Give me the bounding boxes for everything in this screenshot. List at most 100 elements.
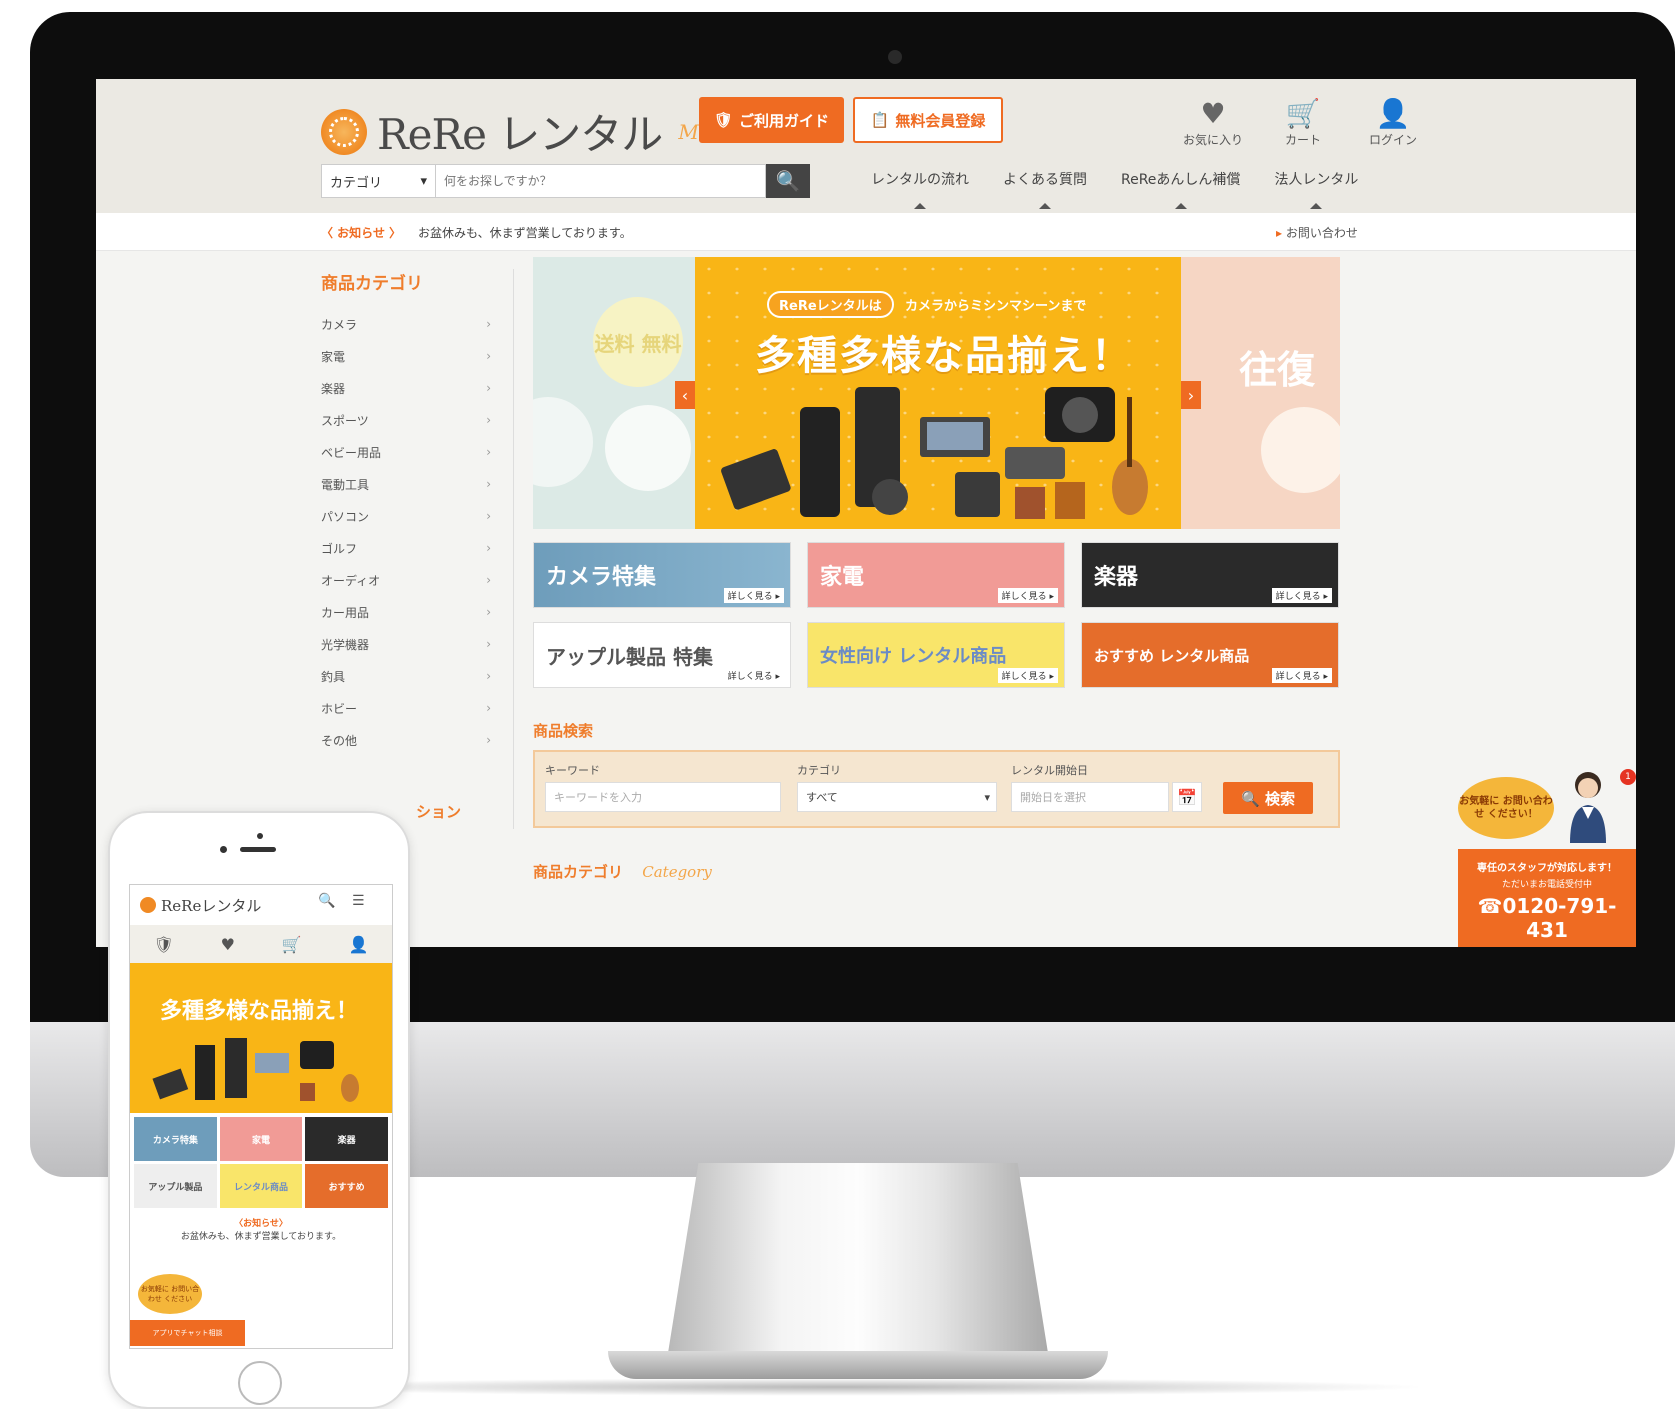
hero-carousel[interactable]: 送料 無料 ReReレンタルは カメラからミシンマシーンまで 多種多様な品揃え！	[533, 257, 1340, 529]
chevron-right-icon: ›	[486, 445, 491, 459]
start-date-field[interactable]: 開始日を選択	[1011, 782, 1169, 812]
mobile-logo-mark-icon	[140, 897, 156, 913]
mobile-support-widget[interactable]: お気軽に お問い合わせ ください アプリでチャット相談	[130, 1270, 245, 1348]
hero-slide-prev[interactable]: 送料 無料	[533, 257, 695, 529]
site-logo[interactable]: ReRe レンタル Mobile	[321, 101, 748, 162]
sidebar-item-pc[interactable]: パソコン ›	[321, 500, 491, 532]
sidebar-item-car[interactable]: カー用品 ›	[321, 596, 491, 628]
sidebar-item-other[interactable]: その他 ›	[321, 724, 491, 756]
hero-pill-caption: カメラからミシンマシーンまで	[905, 299, 1087, 314]
mobile-hero[interactable]: 多種多様な品揃え！	[130, 963, 392, 1113]
carousel-next-button[interactable]: ›	[1181, 381, 1201, 409]
mobile-logo-text[interactable]: ReReレンタル	[161, 895, 261, 916]
mobile-tile-instruments[interactable]: 楽器	[305, 1117, 388, 1161]
keyword-label: キーワード	[545, 764, 600, 777]
sidebar-divider	[513, 269, 514, 829]
search-submit-button[interactable]: 🔍 検索	[1223, 782, 1313, 814]
nav-corporate[interactable]: 法人レンタル	[1274, 169, 1358, 209]
product-search-heading: 商品検索	[533, 722, 594, 740]
imac-stand	[608, 1163, 1108, 1383]
sidebar-item-camera[interactable]: カメラ ›	[321, 308, 491, 340]
sidebar-item-optics[interactable]: 光学機器 ›	[321, 628, 491, 660]
search-category-select[interactable]: カテゴリ ▾	[321, 164, 436, 198]
register-button[interactable]: 📋 無料会員登録	[853, 97, 1003, 143]
tile-instruments[interactable]: 楽器 詳しく見る ▸	[1081, 542, 1339, 608]
mobile-user-icon[interactable]: 👤	[349, 935, 369, 954]
login-link[interactable]: 👤 ログイン	[1361, 97, 1425, 148]
support-widget[interactable]: お気軽に お問い合わせ ください！ 1 専任のスタッフが対応します！ ただいまお…	[1458, 767, 1636, 947]
guide-button[interactable]: 🛡 ご利用ガイド	[699, 97, 844, 143]
mobile-notice: 〈お知らせ〉 お盆休みも、休まず営業しております。	[130, 1212, 392, 1250]
mobile-tile-apple[interactable]: アップル製品	[134, 1164, 217, 1208]
nav-rental-flow[interactable]: レンタルの流れ	[871, 169, 969, 209]
tile-more-link[interactable]: 詳しく見る ▸	[1271, 588, 1332, 603]
chevron-right-icon: ›	[486, 349, 491, 363]
mobile-tile-womens[interactable]: レンタル商品	[219, 1164, 303, 1208]
mobile-search-icon[interactable]: 🔍	[318, 893, 335, 909]
carousel-prev-button[interactable]: ‹	[675, 381, 695, 409]
chevron-right-icon: ›	[486, 733, 491, 747]
tile-appliances[interactable]: 家電 詳しく見る ▸	[807, 542, 1065, 608]
tile-womens[interactable]: 女性向け レンタル商品 詳しく見る ▸	[807, 622, 1065, 688]
mobile-menu-icon[interactable]: ☰	[352, 893, 365, 909]
mobile-hero-title: 多種多様な品揃え！	[160, 998, 359, 1024]
search-input[interactable]	[436, 164, 766, 198]
sidebar-item-baby[interactable]: ベビー用品 ›	[321, 436, 491, 468]
tile-more-link[interactable]: 詳しく見る ▸	[997, 588, 1058, 603]
nav-insurance[interactable]: ReReあんしん補償	[1121, 169, 1240, 209]
calendar-icon[interactable]: 📅	[1172, 782, 1202, 812]
mobile-cart-icon[interactable]: 🛒	[282, 935, 302, 954]
tile-more-link[interactable]: 詳しく見る ▸	[1271, 668, 1332, 683]
category-sidebar: 商品カテゴリ カメラ › 家電 › 楽器 › スポーツ › ベビー用品 › 電動工具 › パ…	[321, 251, 491, 756]
keyword-field[interactable]: キーワードを入力	[545, 782, 781, 812]
tile-title: 楽器	[1094, 564, 1139, 590]
sidebar-item-fishing[interactable]: 釣具 ›	[321, 660, 491, 692]
category-label: カテゴリ	[797, 764, 841, 777]
mobile-tile-camera[interactable]: カメラ特集	[134, 1117, 217, 1161]
clipboard-icon: 📋	[870, 111, 890, 129]
mobile-support-bar[interactable]: アプリでチャット相談	[130, 1320, 245, 1346]
tile-more-link[interactable]: 詳しく見る ▸	[997, 668, 1058, 683]
chevron-right-icon: ›	[486, 477, 491, 491]
tile-more-link[interactable]: 詳しく見る ▸	[723, 668, 784, 683]
sidebar-item-sports[interactable]: スポーツ ›	[321, 404, 491, 436]
notice-text[interactable]: お盆休みも、休まず営業しております。	[418, 224, 632, 241]
sidebar-item-appliances[interactable]: 家電 ›	[321, 340, 491, 372]
mobile-tile-appliances[interactable]: 家電	[219, 1117, 303, 1161]
chevron-right-icon: ›	[486, 381, 491, 395]
tile-camera-feature[interactable]: カメラ特集 詳しく見る ▸	[533, 542, 791, 608]
sidebar-item-hobby[interactable]: ホビー ›	[321, 692, 491, 724]
mobile-guide-icon[interactable]: 🛡	[153, 935, 173, 954]
hero-slide-next[interactable]: 往復	[1181, 257, 1340, 529]
cart-link[interactable]: 🛒 カート	[1271, 97, 1335, 148]
category-section-heading: 商品カテゴリ Category	[533, 861, 712, 882]
tile-recommended[interactable]: おすすめ レンタル商品 詳しく見る ▸	[1081, 622, 1339, 688]
home-button[interactable]	[238, 1361, 282, 1405]
nav-faq[interactable]: よくある質問	[1003, 169, 1087, 209]
sidebar-item-instruments[interactable]: 楽器 ›	[321, 372, 491, 404]
favorites-link[interactable]: ♥ お気に入り	[1181, 97, 1245, 148]
sidebar-item-power-tools[interactable]: 電動工具 ›	[321, 468, 491, 500]
mobile-heart-icon[interactable]: ♥	[221, 935, 235, 954]
chevron-right-icon: ›	[486, 509, 491, 523]
category-select[interactable]: すべて ▾	[797, 782, 997, 812]
heart-icon: ♥	[1200, 97, 1226, 130]
sidebar-item-golf[interactable]: ゴルフ ›	[321, 532, 491, 564]
tile-title: おすすめ レンタル商品	[1094, 646, 1250, 665]
hero-slide-current[interactable]: ReReレンタルは カメラからミシンマシーンまで 多種多様な品揃え！	[695, 257, 1181, 529]
user-icon: 👤	[1375, 97, 1411, 130]
search-button[interactable]: 🔍	[766, 164, 810, 198]
sidebar-item-audio[interactable]: オーディオ ›	[321, 564, 491, 596]
tile-apple[interactable]: アップル製品 特集 詳しく見る ▸	[533, 622, 791, 688]
support-bubble: お気軽に お問い合わせ ください！	[1458, 777, 1554, 839]
support-band[interactable]: 専任のスタッフが対応します！ ただいまお電話受付中 ☎0120-791-431	[1458, 849, 1636, 947]
phone-icon: ☎	[1477, 894, 1503, 918]
iphone-frame: ReReレンタル 🔍 ☰ 🛡 ♥ 🛒 👤 多種多様な品揃え！ カメラ特集 家電 …	[108, 811, 410, 1409]
tile-more-link[interactable]: 詳しく見る ▸	[723, 588, 784, 603]
person-icon	[1261, 407, 1340, 493]
contact-link[interactable]: お問い合わせ	[1276, 224, 1358, 241]
phone-sensor	[257, 833, 263, 839]
sidebar-item-label: 電動工具	[321, 477, 370, 492]
mobile-tile-recommended[interactable]: おすすめ	[305, 1164, 388, 1208]
chevron-right-icon: ›	[486, 605, 491, 619]
